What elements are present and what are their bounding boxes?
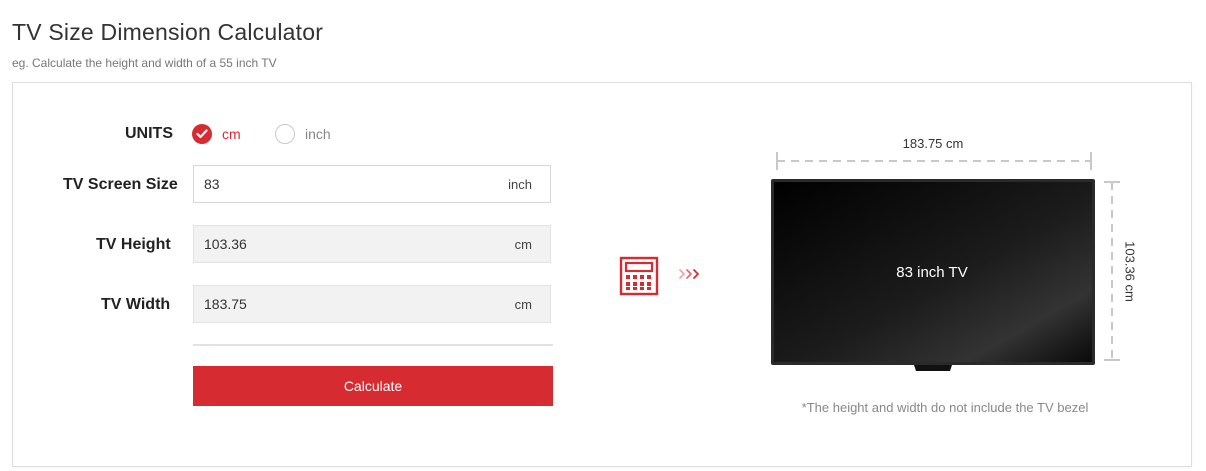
units-label: UNITS xyxy=(125,125,173,142)
tv-width-label: TV Width xyxy=(101,296,171,313)
tv-height-label: TV Height xyxy=(96,236,171,253)
screen-size-label: TV Screen Size xyxy=(63,176,178,193)
tv-height-value: 103.36 xyxy=(204,236,247,252)
page-title: TV Size Dimension Calculator xyxy=(12,19,324,45)
unit-radio-inch[interactable]: inch xyxy=(275,124,331,144)
calculate-button[interactable]: Calculate xyxy=(193,366,553,406)
screen-size-unit: inch xyxy=(508,176,532,192)
tv-size-label: 83 inch TV xyxy=(896,264,968,281)
screen-size-input[interactable]: 83 inch xyxy=(193,165,551,203)
triple-chevron-right-icon xyxy=(679,269,699,279)
calculator-icon xyxy=(619,256,659,296)
tv-height-field: 103.36 cm xyxy=(193,225,551,263)
screen-size-value: 83 xyxy=(204,176,220,192)
unit-radio-cm[interactable]: cm xyxy=(192,124,241,144)
width-dimension-label: 183.75 cm xyxy=(902,136,964,151)
tv-width-field: 183.75 cm xyxy=(193,285,551,323)
tv-width-value: 183.75 xyxy=(204,296,247,312)
width-dimension-line xyxy=(776,152,1092,170)
radio-empty-icon xyxy=(275,124,295,144)
unit-radio-cm-label: cm xyxy=(222,126,241,142)
page-subtitle: eg. Calculate the height and width of a … xyxy=(12,56,277,70)
check-icon xyxy=(192,124,212,144)
form-divider xyxy=(193,344,553,346)
bezel-note: *The height and width do not include the… xyxy=(801,400,1089,415)
unit-radio-inch-label: inch xyxy=(305,126,331,142)
height-dimension-label: 103.36 cm xyxy=(1122,241,1138,302)
tv-width-unit: cm xyxy=(514,296,532,312)
tv-height-unit: cm xyxy=(514,236,532,252)
